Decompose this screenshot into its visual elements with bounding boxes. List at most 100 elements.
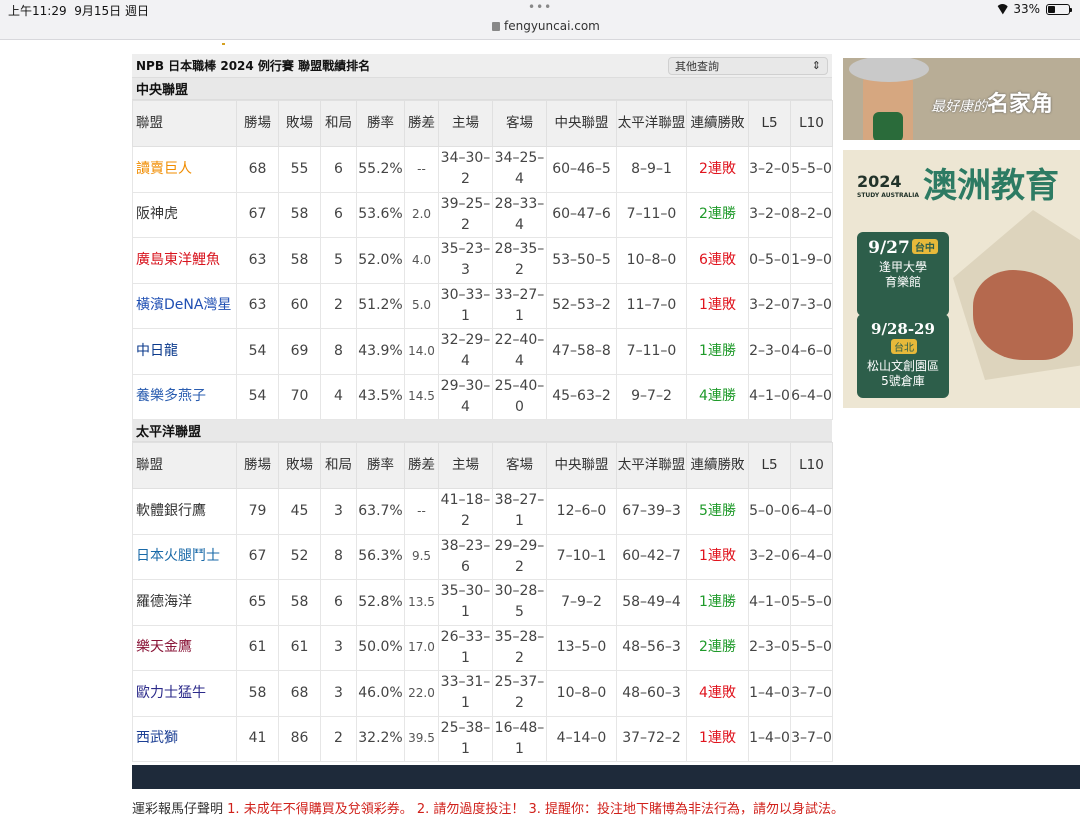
team-name-link[interactable]: 日本火腿鬥士 (132, 533, 237, 580)
footer-bar (132, 765, 1080, 789)
cell-w: 63 (236, 282, 279, 329)
cell-l5: 4–1–0 (748, 579, 791, 626)
team-name-link[interactable]: 讀賣巨人 (132, 146, 237, 193)
cell-gb: 39.5 (404, 715, 439, 762)
cell-pl: 11–7–0 (616, 282, 687, 329)
column-header: 敗場 (278, 100, 321, 147)
cell-l5: 5–0–0 (748, 488, 791, 535)
ad-banner-big: 名家角 (987, 91, 1054, 117)
cell-streak: 1連勝 (686, 579, 749, 626)
cell-l5: 2–3–0 (748, 328, 791, 375)
cell-pct: 55.2% (356, 146, 405, 193)
cell-l: 58 (278, 237, 321, 284)
league-header: 中央聯盟 (132, 78, 832, 100)
cell-cl: 7–9–2 (546, 579, 617, 626)
cell-w: 61 (236, 624, 279, 671)
team-name-link[interactable]: 羅德海洋 (132, 579, 237, 626)
cell-pl: 67–39–3 (616, 488, 687, 535)
cell-away: 38–27–1 (492, 488, 547, 535)
cell-l5: 3–2–0 (748, 146, 791, 193)
cell-home: 30–33–1 (438, 282, 493, 329)
column-header: 太平洋聯盟 (616, 100, 687, 147)
column-header: 勝率 (356, 100, 405, 147)
lock-icon (492, 22, 500, 31)
column-header: 主場 (438, 100, 493, 147)
cell-home: 38–23–6 (438, 533, 493, 580)
column-header: 連續勝敗 (686, 442, 749, 489)
cell-cl: 60–46–5 (546, 146, 617, 193)
cell-pl: 7–11–0 (616, 328, 687, 375)
ad-brand: STUDY AUSTRALIA (857, 192, 919, 199)
cell-l5: 3–2–0 (748, 191, 791, 238)
team-name-link[interactable]: 廣島東洋鯉魚 (132, 237, 237, 284)
column-header: 聯盟 (132, 442, 237, 489)
battery-fill (1048, 5, 1055, 13)
team-name-link[interactable]: 軟體銀行鷹 (132, 488, 237, 535)
cell-l10: 5–5–0 (790, 624, 833, 671)
table-row: 羅德海洋 65 58 6 52.8% 13.5 35–30–1 30–28–5 7–9–2 58–… (132, 579, 833, 626)
cell-l: 52 (278, 533, 321, 580)
column-header: 客場 (492, 100, 547, 147)
address-bar[interactable]: fengyuncai.com (492, 19, 600, 33)
cell-away: 25–37–2 (492, 670, 547, 717)
column-header: 勝率 (356, 442, 405, 489)
chevron-updown-icon: ⇕ (811, 59, 821, 72)
team-name-link[interactable]: 樂天金鷹 (132, 624, 237, 671)
cell-away: 30–28–5 (492, 579, 547, 626)
team-name-link[interactable]: 養樂多燕子 (132, 373, 237, 420)
cell-pct: 51.2% (356, 282, 405, 329)
column-header: 聯盟 (132, 100, 237, 147)
cell-l10: 3–7–0 (790, 715, 833, 762)
other-query-select[interactable]: 其他查詢 ⇕ (668, 56, 828, 75)
cell-home: 35–30–1 (438, 579, 493, 626)
cell-away: 29–29–2 (492, 533, 547, 580)
ad-banner-text: 最好康的名家角 (931, 86, 1053, 118)
ad-banner-top[interactable]: 最好康的名家角 (843, 58, 1080, 140)
cell-pct: 52.0% (356, 237, 405, 284)
table-row: 樂天金鷹 61 61 3 50.0% 17.0 26–33–1 35–28–2 13–5–0 48… (132, 624, 833, 671)
status-time: 上午11:29 9月15日 週日 (8, 2, 149, 19)
ad-cheerleader-image (849, 58, 929, 140)
cell-w: 67 (236, 533, 279, 580)
cell-gb: -- (404, 146, 439, 193)
column-header: L10 (790, 100, 833, 147)
cell-home: 25–38–1 (438, 715, 493, 762)
cell-away: 33–27–1 (492, 282, 547, 329)
leagues-container: 中央聯盟 聯盟 勝場 敗場 和局 勝率 勝差 主場 客場 中央聯盟 太平洋聯盟 連續勝敗 L5 L10 讀賣… (132, 78, 833, 762)
date: 9月15日 週日 (74, 4, 149, 18)
cell-pct: 46.0% (356, 670, 405, 717)
cell-cl: 10–8–0 (546, 670, 617, 717)
cell-l: 55 (278, 146, 321, 193)
standings-table: 聯盟 勝場 敗場 和局 勝率 勝差 主場 客場 中央聯盟 太平洋聯盟 連續勝敗 L5 L10 軟體銀行鷹 7… (132, 442, 833, 762)
ad-event-taipei: 9/28-29 台北 松山文創園區 5號倉庫 (857, 314, 949, 398)
cell-home: 39–25–2 (438, 191, 493, 238)
tab-dots-icon[interactable]: ••• (528, 0, 552, 14)
table-row: 中日龍 54 69 8 43.9% 14.0 32–29–4 22–40–4 47–58–8 7–… (132, 328, 833, 375)
cell-home: 26–33–1 (438, 624, 493, 671)
standings-panel: NPB 日本職棒 2024 例行賽 聯盟戰績排名 其他查詢 ⇕ 中央聯盟 聯盟 勝場… (132, 54, 833, 762)
cell-l: 45 (278, 488, 321, 535)
cell-l10: 1–9–0 (790, 237, 833, 284)
ad-banner-australia[interactable]: 2024 STUDY AUSTRALIA 澳洲教育 9/27 台中 逢甲大學 育樂館… (843, 150, 1080, 408)
event-date: 9/28-29 (871, 320, 935, 338)
cell-cl: 45–63–2 (546, 373, 617, 420)
team-name-link[interactable]: 橫濱DeNA灣星 (132, 282, 237, 329)
cell-pl: 37–72–2 (616, 715, 687, 762)
team-name-link[interactable]: 西武獅 (132, 715, 237, 762)
title-bar: NPB 日本職棒 2024 例行賽 聯盟戰績排名 其他查詢 ⇕ (132, 54, 832, 78)
column-header: 敗場 (278, 442, 321, 489)
event-city: 台中 (911, 239, 938, 254)
cell-t: 3 (320, 624, 357, 671)
event-venue: 松山文創園區 5號倉庫 (866, 359, 939, 388)
team-name-link[interactable]: 歐力士猛牛 (132, 670, 237, 717)
team-name-link[interactable]: 阪神虎 (132, 191, 237, 238)
team-name-link[interactable]: 中日龍 (132, 328, 237, 375)
cell-streak: 4連勝 (686, 373, 749, 420)
cell-t: 6 (320, 579, 357, 626)
table-header-row: 聯盟 勝場 敗場 和局 勝率 勝差 主場 客場 中央聯盟 太平洋聯盟 連續勝敗 L5 L10 (132, 442, 833, 489)
cell-cl: 4–14–0 (546, 715, 617, 762)
cell-pct: 63.7% (356, 488, 405, 535)
event-date: 9/27 台中 (857, 238, 949, 258)
table-header-row: 聯盟 勝場 敗場 和局 勝率 勝差 主場 客場 中央聯盟 太平洋聯盟 連續勝敗 L5 L10 (132, 100, 833, 147)
column-header: L5 (748, 100, 791, 147)
